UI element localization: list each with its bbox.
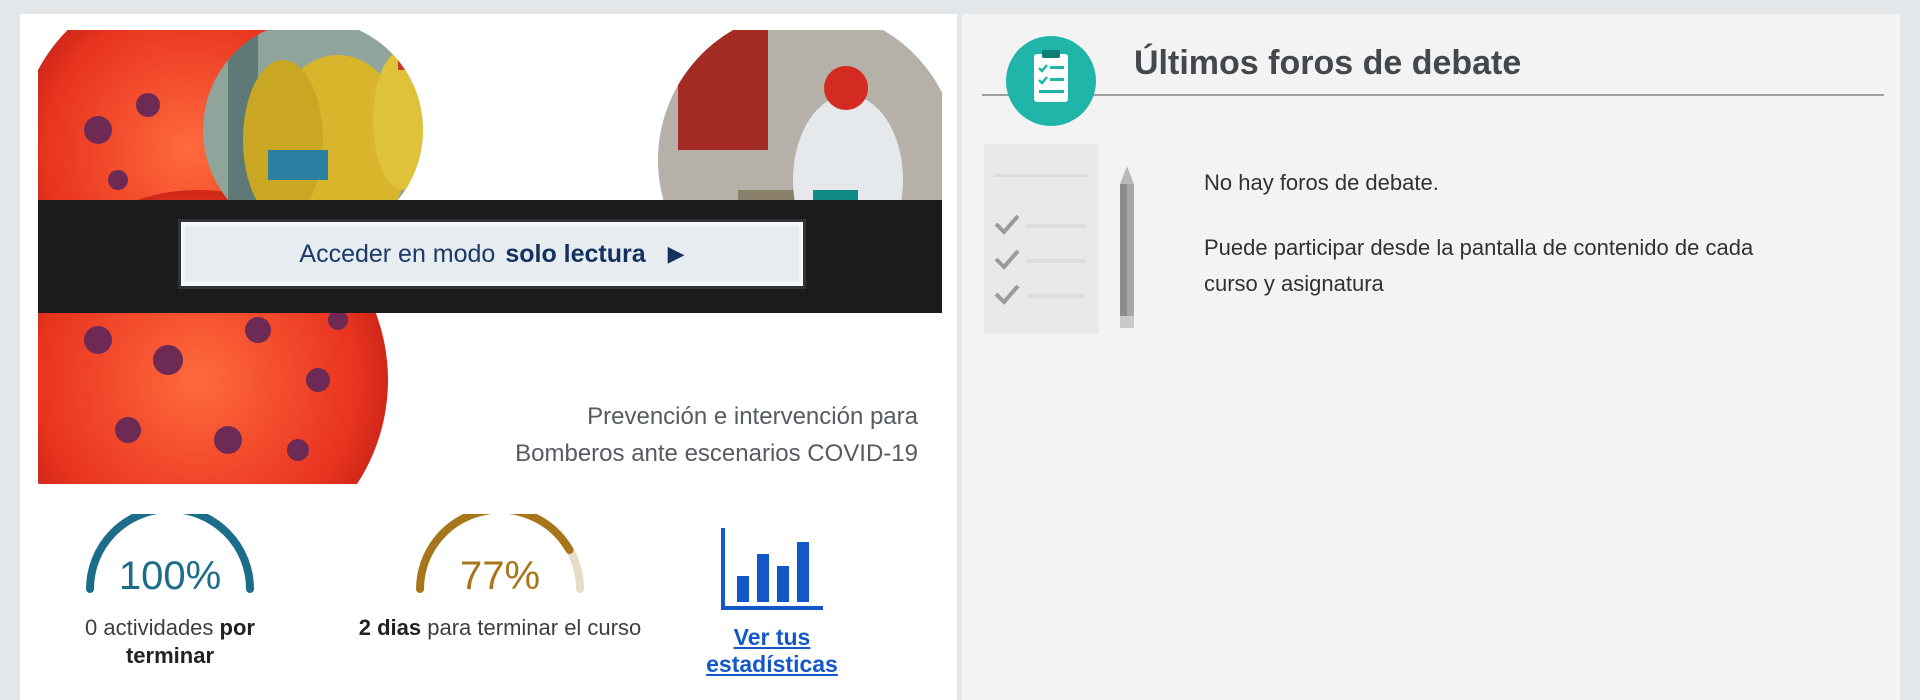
statistics-link-line1[interactable]: Ver tus <box>692 624 852 651</box>
empty-list-illustration <box>984 144 1134 334</box>
play-icon: ▶ <box>667 241 685 266</box>
participation-hint-line1: Puede participar desde la pantalla de co… <box>1204 235 1754 260</box>
participation-hint-line2: curso y asignatura <box>1204 271 1384 296</box>
course-time-stat: 77% 2 dias para terminar el curso <box>350 514 650 694</box>
days-left-rest: para terminar el curso <box>427 615 642 640</box>
access-button-label: Acceder en modo <box>299 239 496 268</box>
activities-count: 0 actividades <box>85 615 214 640</box>
read-only-access-button[interactable]: Acceder en modo solo lectura ▶ <box>178 219 806 289</box>
no-forums-message: No hay foros de debate. <box>1204 170 1439 195</box>
access-button-emphasis: solo lectura <box>505 239 646 268</box>
course-banner: Acceder en modo solo lectura ▶ Prevenció… <box>38 30 942 484</box>
course-title-line1: Prevención e intervención para <box>587 403 918 430</box>
forums-card: Últimos foros de debate No hay foros de … <box>962 14 1900 700</box>
days-left: 2 dias <box>358 615 422 640</box>
activities-caption: 0 actividades por terminar <box>60 614 280 670</box>
activities-stat: 100% 0 actividades por terminar <box>60 514 280 694</box>
forums-divider <box>982 94 1884 96</box>
activities-percent: 100% <box>118 554 222 598</box>
bar-chart-icon[interactable] <box>717 526 827 616</box>
statistics-link[interactable]: Ver tus estadísticas <box>692 514 852 678</box>
statistics-link-line2[interactable]: estadísticas <box>692 651 852 678</box>
participation-hint: Puede participar desde la pantalla de co… <box>1204 230 1884 302</box>
course-title: Prevención e intervención para Bomberos … <box>418 398 918 472</box>
course-time-percent: 77% <box>459 554 541 598</box>
checklist-icon <box>1006 36 1096 126</box>
course-time-caption: 2 dias para terminar el curso <box>350 614 650 642</box>
course-card: Acceder en modo solo lectura ▶ Prevenció… <box>20 14 957 700</box>
course-title-line2: Bomberos ante escenarios COVID-19 <box>515 440 918 467</box>
forums-title: Últimos foros de debate <box>1134 44 1522 82</box>
